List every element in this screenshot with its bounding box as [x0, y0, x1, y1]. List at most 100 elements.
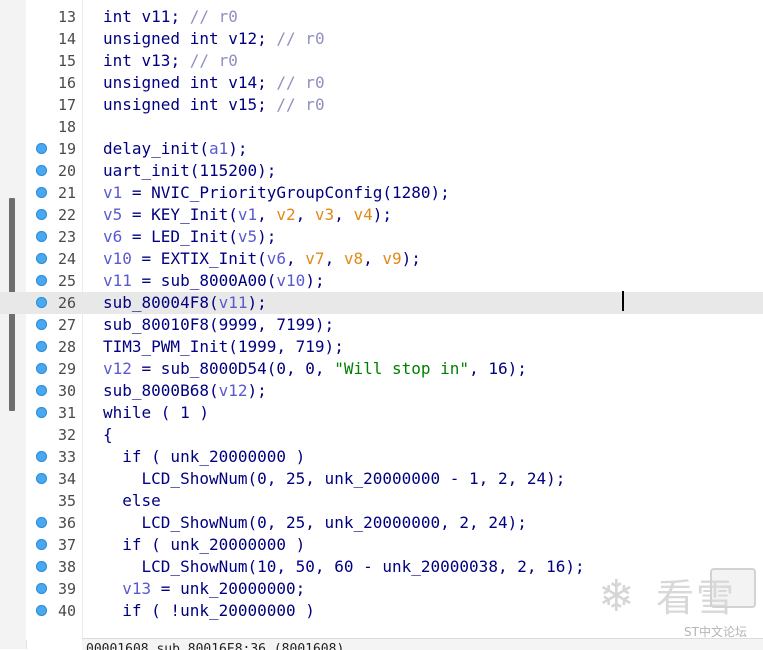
breakpoint-dot-icon[interactable]	[36, 253, 47, 264]
code-line[interactable]: 28 TIM3_PWM_Init(1999, 719);	[0, 336, 763, 358]
breakpoint-dot-icon[interactable]	[36, 407, 47, 418]
code-token: v12	[103, 359, 132, 378]
line-number: 40	[57, 602, 76, 620]
code-token: ;	[257, 29, 277, 48]
code-token: {	[103, 425, 113, 444]
code-line[interactable]: 27 sub_80010F8(9999, 7199);	[0, 314, 763, 336]
code-line[interactable]: 15 int v13; // r0	[0, 50, 763, 72]
code-line[interactable]: 17 unsigned int v15; // r0	[0, 94, 763, 116]
code-line[interactable]: 20 uart_init(115200);	[0, 160, 763, 182]
breakpoint-dot-icon[interactable]	[36, 275, 47, 286]
breakpoint-dot-icon[interactable]	[36, 187, 47, 198]
code-line[interactable]: 22 v5 = KEY_Init(v1, v2, v3, v4);	[0, 204, 763, 226]
code-line[interactable]: 39 v13 = unk_20000000;	[0, 578, 763, 600]
code-line[interactable]: 13 int v11; // r0	[0, 6, 763, 28]
code-token: unsigned int	[103, 95, 229, 114]
line-number: 14	[57, 30, 76, 48]
code-token: v1	[103, 183, 123, 202]
code-token: v2	[276, 205, 296, 224]
code-line[interactable]: 19 delay_init(a1);	[0, 138, 763, 160]
breakpoint-dot-icon[interactable]	[36, 473, 47, 484]
code-text: v10 = EXTIX_Init(v6, v7, v8, v9);	[103, 248, 421, 270]
code-token: ,	[286, 249, 306, 268]
breakpoint-dot-icon[interactable]	[36, 385, 47, 396]
code-token: if ( unk_20000000 )	[103, 535, 306, 554]
line-number: 19	[57, 140, 76, 158]
code-token: LCD_ShowNum(10, 50, 60 - unk_20000038, 2…	[103, 557, 585, 576]
code-text: int v13; // r0	[103, 50, 238, 72]
line-number: 21	[57, 184, 76, 202]
code-line[interactable]: 24 v10 = EXTIX_Init(v6, v7, v8, v9);	[0, 248, 763, 270]
code-line[interactable]: 14 unsigned int v12; // r0	[0, 28, 763, 50]
code-token: ;	[170, 51, 190, 70]
line-number: 18	[57, 118, 76, 136]
code-token: ,	[324, 249, 344, 268]
code-text: {	[103, 424, 113, 446]
breakpoint-dot-icon[interactable]	[36, 451, 47, 462]
line-number: 15	[57, 52, 76, 70]
code-line[interactable]: 21 v1 = NVIC_PriorityGroupConfig(1280);	[0, 182, 763, 204]
breakpoint-dot-icon[interactable]	[36, 143, 47, 154]
code-line[interactable]: 23 v6 = LED_Init(v5);	[0, 226, 763, 248]
code-line[interactable]: 36 LCD_ShowNum(0, 25, unk_20000000, 2, 2…	[0, 512, 763, 534]
code-line[interactable]: 26 sub_80004F8(v11);	[0, 292, 763, 314]
code-token: ,	[257, 205, 277, 224]
code-token: sub_80004F8(	[103, 293, 219, 312]
code-token: = KEY_Init(	[122, 205, 238, 224]
code-line[interactable]: 35 else	[0, 490, 763, 512]
code-token: ,	[363, 249, 383, 268]
code-line[interactable]: 32 {	[0, 424, 763, 446]
line-number: 23	[57, 228, 76, 246]
code-token: v15	[228, 95, 258, 114]
line-number: 32	[57, 426, 76, 444]
breakpoint-dot-icon[interactable]	[36, 341, 47, 352]
breakpoint-dot-icon[interactable]	[36, 297, 47, 308]
code-line[interactable]: 30 sub_8000B68(v12);	[0, 380, 763, 402]
code-token: = NVIC_PriorityGroupConfig(1280);	[122, 183, 450, 202]
code-token: = sub_8000A00(	[131, 271, 277, 290]
code-line[interactable]: 31 while ( 1 )	[0, 402, 763, 424]
code-token: sub_80010F8(9999, 7199);	[103, 315, 335, 334]
code-text: LCD_ShowNum(0, 25, unk_20000000 - 1, 2, …	[103, 468, 566, 490]
code-line[interactable]: 33 if ( unk_20000000 )	[0, 446, 763, 468]
breakpoint-dot-icon[interactable]	[36, 517, 47, 528]
code-text: LCD_ShowNum(10, 50, 60 - unk_20000038, 2…	[103, 556, 585, 578]
breakpoint-dot-icon[interactable]	[36, 209, 47, 220]
code-token: = LED_Init(	[122, 227, 238, 246]
code-line[interactable]: 16 unsigned int v14; // r0	[0, 72, 763, 94]
code-text: delay_init(a1);	[103, 138, 248, 160]
code-line[interactable]: 18	[0, 116, 763, 138]
code-line[interactable]: 37 if ( unk_20000000 )	[0, 534, 763, 556]
code-token: v7	[305, 249, 325, 268]
line-number: 35	[57, 492, 76, 510]
code-token: v5	[103, 205, 123, 224]
code-line[interactable]: 29 v12 = sub_8000D54(0, 0, "Will stop in"…	[0, 358, 763, 380]
line-number: 33	[57, 448, 76, 466]
code-token: ;	[257, 95, 277, 114]
code-text: v6 = LED_Init(v5);	[103, 226, 276, 248]
code-line[interactable]: 34 LCD_ShowNum(0, 25, unk_20000000 - 1, …	[0, 468, 763, 490]
breakpoint-dot-icon[interactable]	[36, 231, 47, 242]
code-text: v5 = KEY_Init(v1, v2, v3, v4);	[103, 204, 392, 226]
code-text: if ( unk_20000000 )	[103, 534, 305, 556]
code-text: v12 = sub_8000D54(0, 0, "Will stop in", …	[103, 358, 527, 380]
code-line[interactable]: 25 v11 = sub_8000A00(v10);	[0, 270, 763, 292]
code-text: if ( unk_20000000 )	[103, 446, 305, 468]
code-token: ;	[170, 7, 190, 26]
code-line[interactable]: 40 if ( !unk_20000000 )	[0, 600, 763, 622]
code-token: TIM3_PWM_Init(1999, 719);	[103, 337, 344, 356]
breakpoint-dot-icon[interactable]	[36, 561, 47, 572]
breakpoint-dot-icon[interactable]	[36, 539, 47, 550]
breakpoint-dot-icon[interactable]	[36, 319, 47, 330]
breakpoint-dot-icon[interactable]	[36, 605, 47, 616]
code-token: v10	[276, 271, 306, 290]
code-token: v12	[228, 29, 258, 48]
breakpoint-dot-icon[interactable]	[36, 583, 47, 594]
code-token: if ( !unk_20000000 )	[103, 601, 315, 620]
breakpoint-dot-icon[interactable]	[36, 363, 47, 374]
line-number: 27	[57, 316, 76, 334]
code-token: ;	[257, 73, 277, 92]
code-token: v11	[141, 7, 171, 26]
breakpoint-dot-icon[interactable]	[36, 165, 47, 176]
code-line[interactable]: 38 LCD_ShowNum(10, 50, 60 - unk_20000038…	[0, 556, 763, 578]
